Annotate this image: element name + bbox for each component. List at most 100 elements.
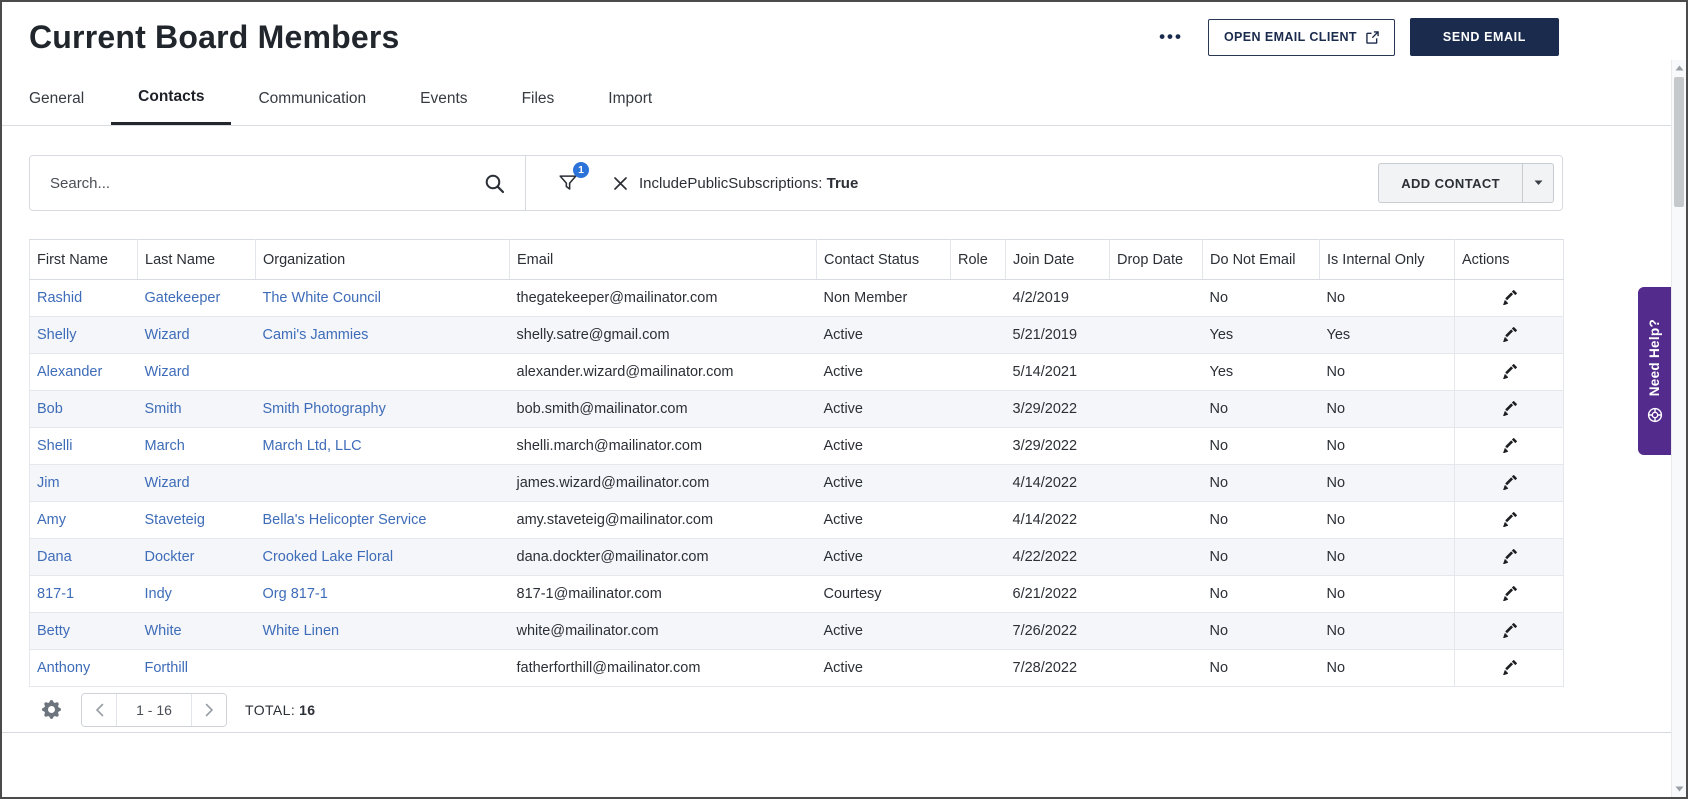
scrollbar-thumb[interactable] [1674,77,1684,207]
edit-contact-button[interactable] [1500,399,1519,418]
organization-cell: Crooked Lake Floral [255,538,510,576]
last-name-link[interactable]: Forthill [145,660,189,676]
previous-page-button[interactable] [82,693,116,726]
tab-general[interactable]: General [2,72,111,125]
first-name-link[interactable]: Betty [37,623,70,639]
last-name-cell: Staveteig [137,501,256,539]
first-name-cell: Alexander [29,353,138,391]
add-contact-button[interactable]: ADD CONTACT [1378,163,1523,203]
column-header-join-date[interactable]: Join Date [1005,239,1110,280]
scrollbar-up-button[interactable] [1672,60,1686,76]
column-header-email[interactable]: Email [509,239,817,280]
organization-cell: Org 817-1 [255,575,510,613]
column-header-actions: Actions [1454,239,1564,280]
last-name-link[interactable]: Smith [145,401,182,417]
edit-contact-button[interactable] [1500,325,1519,344]
first-name-cell: Rashid [29,279,138,317]
first-name-link[interactable]: Anthony [37,660,90,676]
actions-cell [1454,390,1564,428]
more-options-button[interactable]: ••• [1149,18,1193,56]
edit-contact-button[interactable] [1500,362,1519,381]
pencil-icon [1503,474,1517,490]
is-internal-only-cell: Yes [1319,316,1455,354]
tab-communication[interactable]: Communication [231,72,393,125]
actions-cell [1454,538,1564,576]
organization-link[interactable]: The White Council [263,290,381,306]
gear-icon [42,700,61,719]
join-date-cell: 4/14/2022 [1005,501,1110,539]
role-cell [950,427,1006,465]
organization-link[interactable]: White Linen [263,623,340,639]
last-name-link[interactable]: Wizard [145,327,190,343]
triangle-up-icon [1675,65,1683,71]
organization-link[interactable]: Cami's Jammies [263,327,369,343]
grid-settings-button[interactable] [40,698,63,721]
filter-button[interactable]: 1 [556,162,589,195]
pencil-icon [1503,585,1517,601]
last-name-link[interactable]: Indy [145,586,172,602]
column-header-contact-status[interactable]: Contact Status [816,239,951,280]
clear-filter-button[interactable] [611,174,630,193]
column-header-is-internal-only[interactable]: Is Internal Only [1319,239,1455,280]
organization-link[interactable]: Smith Photography [263,401,386,417]
column-header-drop-date[interactable]: Drop Date [1109,239,1203,280]
column-header-first-name[interactable]: First Name [29,239,138,280]
last-name-link[interactable]: Gatekeeper [145,290,221,306]
last-name-link[interactable]: Dockter [145,549,195,565]
last-name-link[interactable]: Wizard [145,364,190,380]
organization-link[interactable]: Org 817-1 [263,586,328,602]
first-name-link[interactable]: Dana [37,549,72,565]
tab-files[interactable]: Files [495,72,582,125]
scrollbar-down-button[interactable] [1672,781,1686,797]
edit-contact-button[interactable] [1500,547,1519,566]
search-input[interactable] [50,174,482,192]
contact-status-cell: Active [816,649,951,687]
do-not-email-cell: No [1202,279,1320,317]
column-header-organization[interactable]: Organization [255,239,510,280]
edit-contact-button[interactable] [1500,510,1519,529]
column-header-role[interactable]: Role [950,239,1006,280]
edit-contact-button[interactable] [1500,584,1519,603]
search-button[interactable] [482,171,507,196]
need-help-label: Need Help? [1647,318,1662,397]
first-name-link[interactable]: Alexander [37,364,102,380]
drop-date-cell [1109,612,1203,650]
edit-contact-button[interactable] [1500,473,1519,492]
drop-date-cell [1109,316,1203,354]
tab-import[interactable]: Import [581,72,679,125]
organization-link[interactable]: Crooked Lake Floral [263,549,394,565]
next-page-button[interactable] [192,693,226,726]
last-name-link[interactable]: White [145,623,182,639]
first-name-link[interactable]: Shelly [37,327,77,343]
last-name-link[interactable]: March [145,438,185,454]
column-header-last-name[interactable]: Last Name [137,239,256,280]
first-name-link[interactable]: Shelli [37,438,72,454]
pencil-icon [1503,511,1517,527]
tab-bar: General Contacts Communication Events Fi… [2,72,1686,126]
column-header-do-not-email[interactable]: Do Not Email [1202,239,1320,280]
last-name-link[interactable]: Staveteig [145,512,205,528]
last-name-link[interactable]: Wizard [145,475,190,491]
tab-events[interactable]: Events [393,72,494,125]
triangle-down-icon [1675,786,1683,792]
first-name-link[interactable]: Bob [37,401,63,417]
first-name-link[interactable]: Amy [37,512,66,528]
organization-link[interactable]: Bella's Helicopter Service [263,512,427,528]
actions-cell [1454,279,1564,317]
edit-contact-button[interactable] [1500,288,1519,307]
add-contact-dropdown-button[interactable] [1523,163,1554,203]
first-name-link[interactable]: Jim [37,475,60,491]
first-name-link[interactable]: 817-1 [37,586,74,602]
organization-link[interactable]: March Ltd, LLC [263,438,362,454]
edit-contact-button[interactable] [1500,436,1519,455]
open-email-client-button[interactable]: OPEN EMAIL CLIENT [1207,18,1395,56]
organization-cell: White Linen [255,612,510,650]
edit-contact-button[interactable] [1500,621,1519,640]
tab-contacts[interactable]: Contacts [111,72,232,125]
contact-status-cell: Non Member [816,279,951,317]
first-name-link[interactable]: Rashid [37,290,82,306]
need-help-tab[interactable]: Need Help? [1638,287,1671,455]
actions-cell [1454,612,1564,650]
send-email-button[interactable]: SEND EMAIL [1409,18,1559,56]
edit-contact-button[interactable] [1500,658,1519,677]
